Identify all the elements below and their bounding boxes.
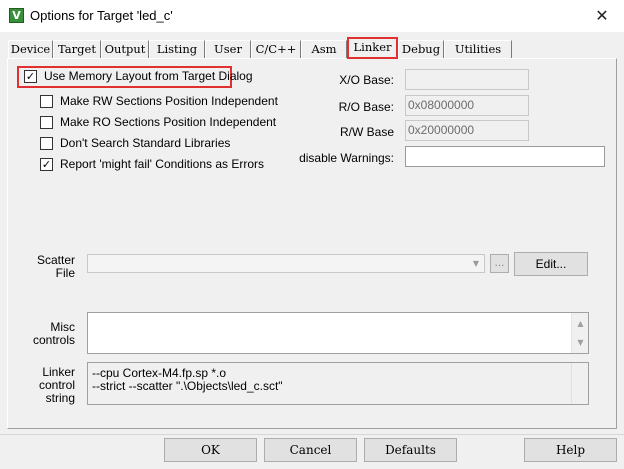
ok-button[interactable]: OK: [164, 438, 257, 462]
linker-control-string-field: --cpu Cortex-M4.fp.sp *.o --strict --sca…: [87, 362, 589, 405]
tab-device[interactable]: Device: [8, 40, 53, 58]
use-memory-layout-checkbox[interactable]: ✓ Use Memory Layout from Target Dialog: [24, 69, 253, 85]
disable-warnings-input[interactable]: [405, 146, 605, 167]
app-icon: V: [9, 8, 24, 23]
control-string-line: --strict --scatter ".\Objects\led_c.sct": [92, 379, 283, 393]
tab-target[interactable]: Target: [53, 40, 101, 58]
control-string-line: --cpu Cortex-M4.fp.sp *.o: [92, 366, 227, 380]
edit-button[interactable]: Edit...: [514, 252, 588, 276]
tab-listing[interactable]: Listing: [149, 40, 205, 58]
help-button[interactable]: Help: [524, 438, 617, 462]
cancel-button[interactable]: Cancel: [264, 438, 357, 462]
scatter-file-combo[interactable]: ▼: [87, 254, 485, 273]
misc-controls-input[interactable]: ▲ ▼: [87, 312, 589, 354]
rw-base-label: R/W Base: [339, 125, 394, 139]
checkmark-icon: ✓: [24, 70, 37, 83]
linker-control-string-label: Linker control string: [38, 365, 75, 405]
scrollbar: [571, 363, 588, 404]
tab-linker[interactable]: Linker: [347, 37, 398, 59]
defaults-button[interactable]: Defaults: [364, 438, 457, 462]
xo-base-label: X/O Base:: [339, 73, 394, 87]
scroll-up-icon[interactable]: ▲: [572, 315, 589, 332]
checkmark-icon: ✓: [40, 158, 53, 171]
scrollbar[interactable]: ▲ ▼: [571, 313, 588, 353]
footer-separator: [0, 434, 624, 435]
report-might-fail-checkbox[interactable]: ✓ Report 'might fail' Conditions as Erro…: [40, 157, 264, 173]
scatter-file-label: Scatter File: [36, 253, 75, 280]
browse-button[interactable]: ...: [490, 254, 509, 273]
tab-c-cpp[interactable]: C/C++: [251, 40, 301, 58]
scroll-down-icon[interactable]: ▼: [572, 334, 589, 351]
rw-position-independent-checkbox[interactable]: Make RW Sections Position Independent: [40, 94, 278, 110]
tab-output[interactable]: Output: [101, 40, 149, 58]
tab-asm[interactable]: Asm: [301, 40, 347, 58]
ro-base-label: R/O Base:: [338, 100, 394, 114]
title-bar: V Options for Target 'led_c' ✕: [0, 0, 624, 32]
close-icon[interactable]: ✕: [590, 4, 614, 28]
ro-position-independent-checkbox[interactable]: Make RO Sections Position Independent: [40, 115, 276, 131]
chevron-down-icon[interactable]: ▼: [468, 255, 484, 272]
dont-search-libraries-checkbox[interactable]: Don't Search Standard Libraries: [40, 136, 230, 152]
tab-utilities[interactable]: Utilities: [444, 40, 512, 58]
ro-base-field: 0x08000000: [405, 95, 529, 116]
window-title: Options for Target 'led_c': [30, 8, 173, 23]
rw-base-field: 0x20000000: [405, 120, 529, 141]
tab-debug[interactable]: Debug: [398, 40, 444, 58]
tab-user[interactable]: User: [205, 40, 251, 58]
misc-controls-label: Misc controls: [32, 320, 75, 347]
disable-warnings-label: disable Warnings:: [299, 151, 394, 165]
xo-base-field: [405, 69, 529, 90]
